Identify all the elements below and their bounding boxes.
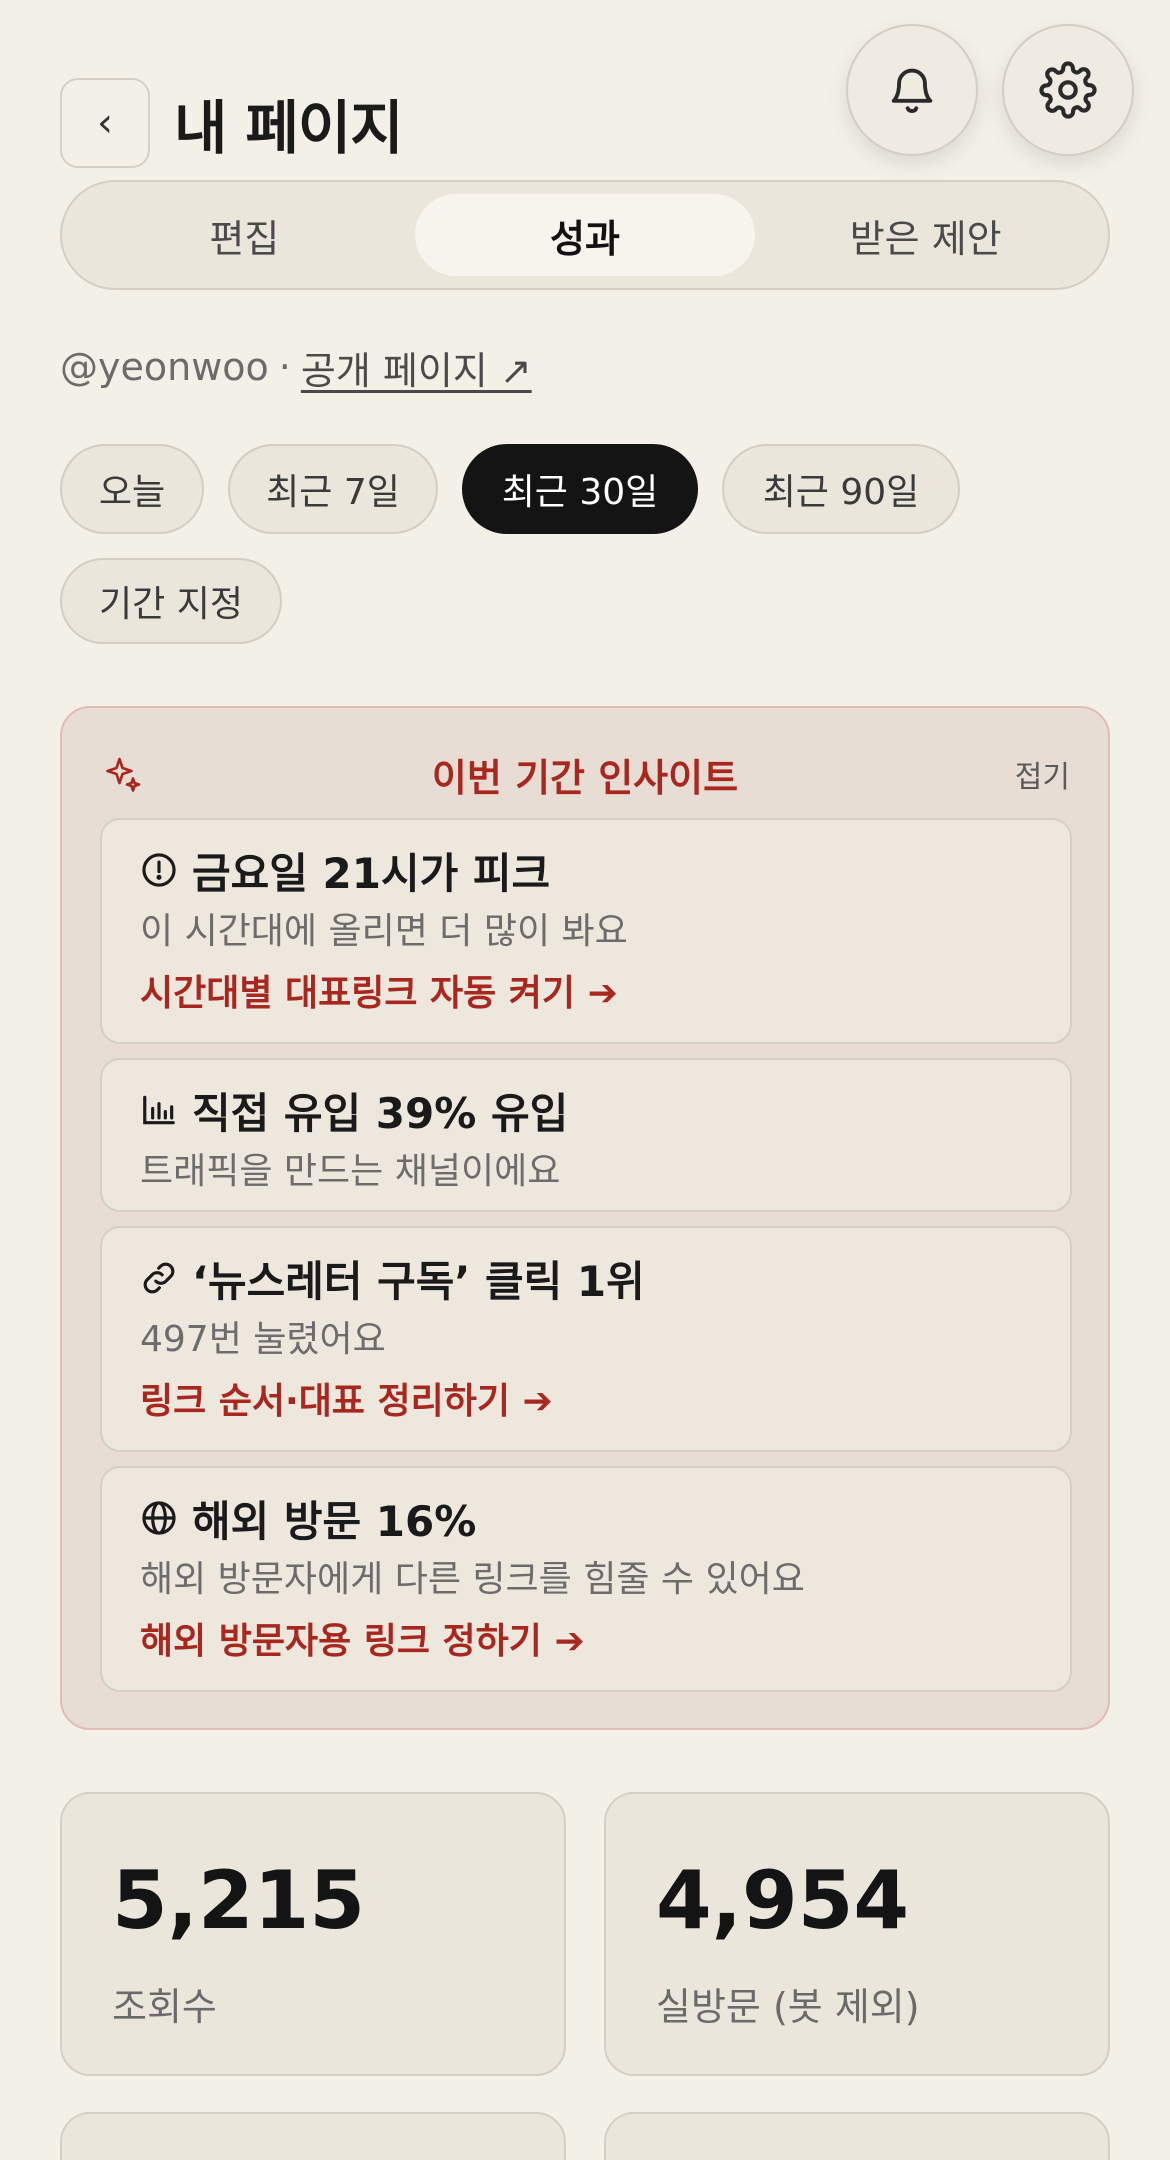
stat-card (604, 2112, 1110, 2160)
range-chip-today[interactable]: 오늘 (60, 444, 204, 534)
stat-label: 조회수 (112, 1985, 217, 2029)
range-chip-7d[interactable]: 최근 7일 (228, 444, 438, 534)
insight-desc: 트래픽을 만드는 채널이에요 (140, 1151, 561, 1192)
bell-icon (891, 68, 933, 113)
separator: · (278, 345, 291, 389)
insights-title: 이번 기간 인사이트 (431, 755, 739, 800)
insights-header: 이번 기간 인사이트 접기 (62, 744, 1108, 804)
insight-card: ‘뉴스레터 구독’ 클릭 1위 497번 눌렸어요 링크 순서·대표 정리하기 … (100, 1226, 1072, 1452)
notifications-button[interactable] (846, 24, 978, 156)
stat-value: 4,954 (656, 1854, 910, 1947)
insight-card: 해외 방문 16% 해외 방문자에게 다른 링크를 힘줄 수 있어요 해외 방문… (100, 1466, 1072, 1692)
insight-desc: 해외 방문자에게 다른 링크를 힘줄 수 있어요 (140, 1559, 805, 1600)
insight-action-link[interactable]: 링크 순서·대표 정리하기 ➔ (140, 1372, 553, 1424)
alert-circle-icon (142, 853, 176, 887)
gear-icon (1039, 61, 1097, 119)
insight-title: ‘뉴스레터 구독’ 클릭 1위 (140, 1250, 645, 1306)
chevron-left-icon: ‹ (97, 100, 113, 146)
insight-desc: 497번 눌렸어요 (140, 1319, 386, 1360)
range-chip-90d[interactable]: 최근 90일 (722, 444, 960, 534)
tab-edit[interactable]: 편집 (74, 194, 415, 276)
bar-chart-icon (143, 1095, 175, 1125)
insight-title: 해외 방문 16% (140, 1490, 476, 1546)
link-icon (143, 1262, 175, 1294)
globe-icon (142, 1501, 176, 1535)
stat-card (60, 2112, 566, 2160)
range-chip-custom[interactable]: 기간 지정 (60, 558, 282, 644)
insight-action-link[interactable]: 해외 방문자용 링크 정하기 ➔ (140, 1612, 585, 1664)
stat-card-visits: 4,954 실방문 (봇 제외) (604, 1792, 1110, 2076)
settings-button[interactable] (1002, 24, 1134, 156)
insight-action-link[interactable]: 시간대별 대표링크 자동 켜기 ➔ (140, 964, 618, 1016)
stat-card-views: 5,215 조회수 (60, 1792, 566, 2076)
tab-performance[interactable]: 성과 (414, 194, 756, 276)
insight-card: 금요일 21시가 피크 이 시간대에 올리면 더 많이 봐요 시간대별 대표링크… (100, 818, 1072, 1044)
stat-label: 실방문 (봇 제외) (656, 1985, 920, 2029)
tab-offers[interactable]: 받은 제안 (755, 194, 1096, 276)
tab-bar: 편집 성과 받은 제안 (60, 180, 1110, 290)
insight-title: 직접 유입 39% 유입 (140, 1082, 568, 1138)
page-title: 내 페이지 (174, 94, 404, 162)
public-page-link[interactable]: 공개 페이지 ↗ (301, 340, 532, 395)
profile-line: @yeonwoo · 공개 페이지 ↗ (60, 340, 532, 395)
insight-desc: 이 시간대에 올리면 더 많이 봐요 (140, 911, 628, 952)
profile-handle: @yeonwoo (60, 345, 269, 389)
performance-page: ‹ 내 페이지 편집 성과 받은 제안 @yeonwoo · 공개 페이지 ↗ … (0, 0, 1170, 2160)
insight-title: 금요일 21시가 피크 (140, 842, 550, 898)
back-button[interactable]: ‹ (60, 78, 150, 168)
insight-card: 직접 유입 39% 유입 트래픽을 만드는 채널이에요 (100, 1058, 1072, 1212)
insights-panel: 이번 기간 인사이트 접기 금요일 21시가 피크 이 시간대에 올리면 더 많… (60, 706, 1110, 1730)
range-chip-30d[interactable]: 최근 30일 (462, 444, 698, 534)
collapse-button[interactable]: 접기 (1015, 744, 1070, 804)
stat-value: 5,215 (112, 1854, 366, 1947)
